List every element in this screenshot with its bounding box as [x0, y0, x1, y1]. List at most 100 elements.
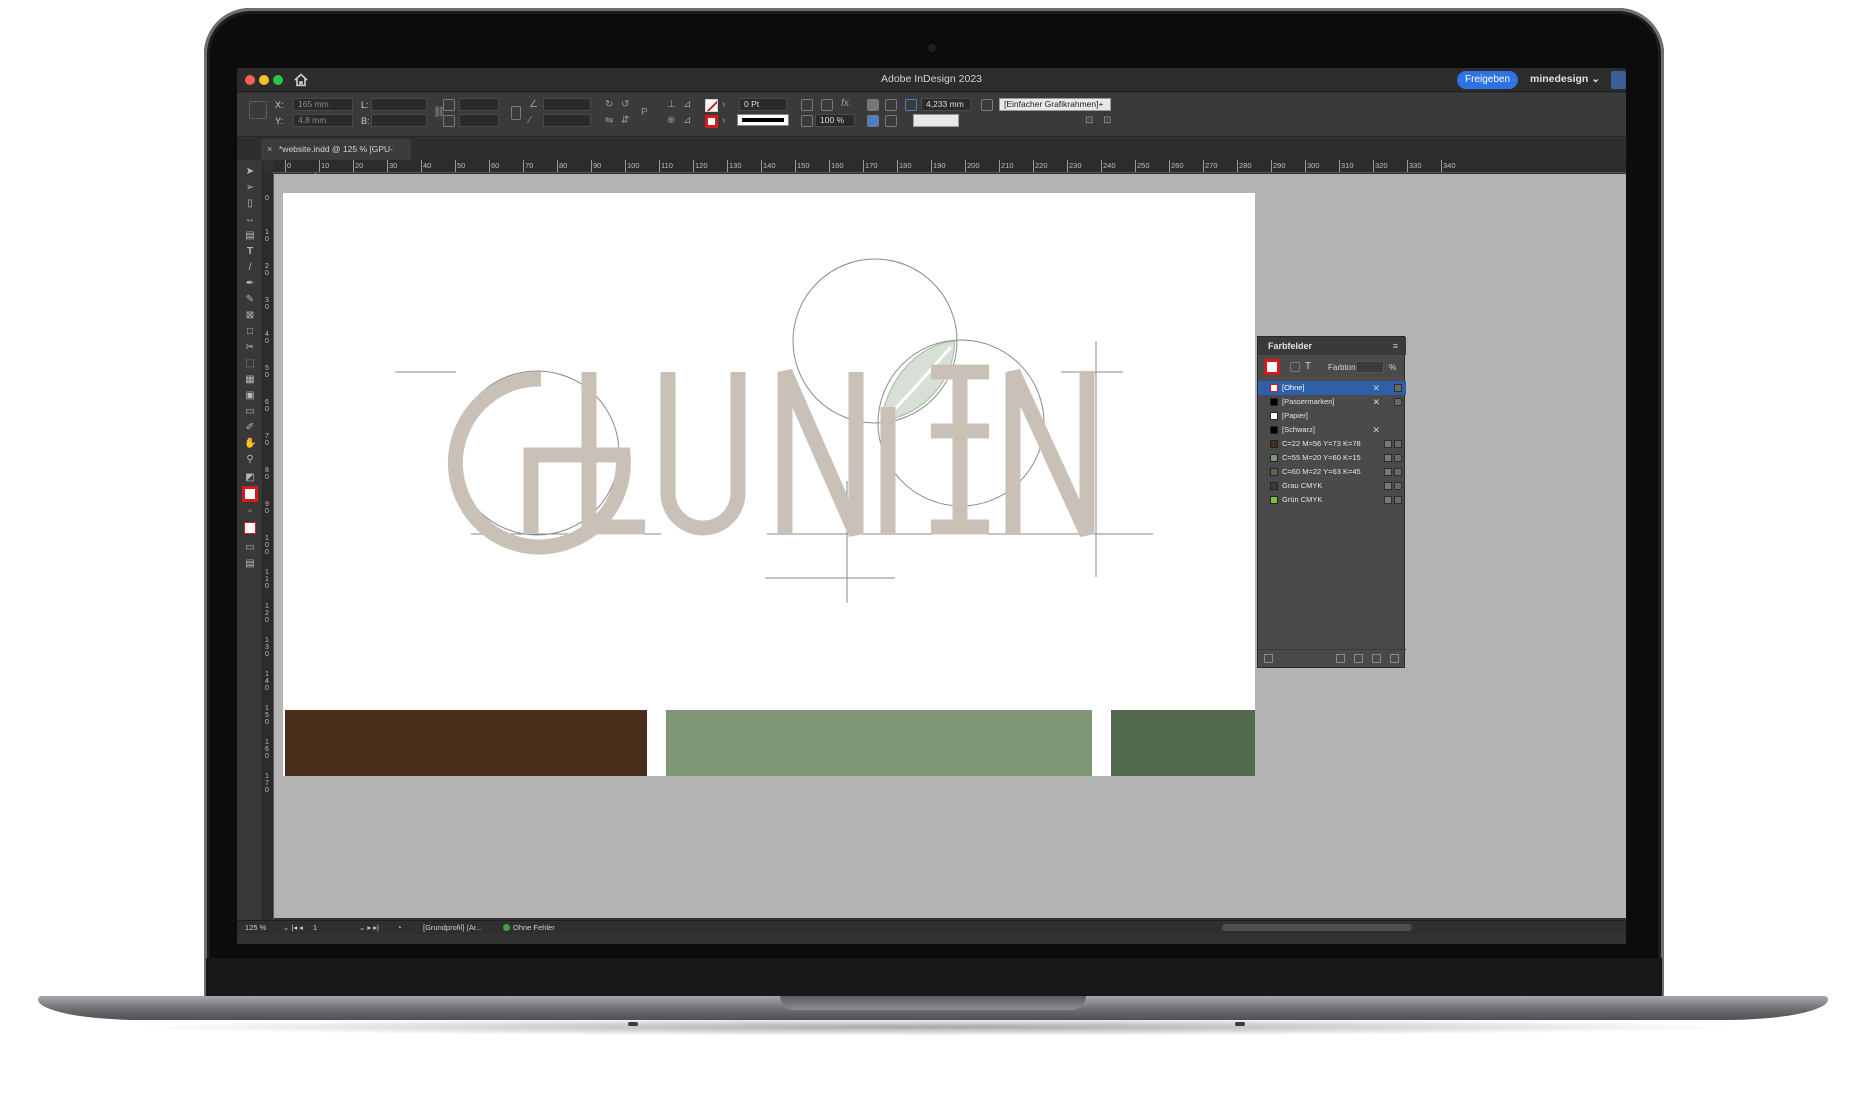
fill-stroke-icon[interactable] [1264, 359, 1280, 375]
scale-x-field[interactable] [459, 98, 499, 111]
constrain-scale-icon[interactable] [511, 106, 521, 120]
swatch-row[interactable]: Grün CMYK [1258, 493, 1406, 507]
search-icon[interactable] [1611, 71, 1626, 89]
auto-fit-icon[interactable]: ⊡ [1085, 115, 1093, 127]
drop-shadow-icon[interactable] [867, 115, 879, 127]
panel-menu-icon[interactable]: ≡ [1393, 337, 1398, 355]
text-wrap-box-icon[interactable] [885, 99, 897, 111]
y-position-field[interactable]: 4,8 mm [293, 114, 353, 127]
scale-y-field[interactable] [459, 114, 499, 127]
offset-field[interactable]: 4,233 mm [921, 98, 971, 111]
content-collector-icon[interactable]: ▤ [244, 230, 256, 242]
stroke-weight-field[interactable]: 0 Pt [739, 98, 787, 111]
opacity-field[interactable]: 100 % [815, 114, 855, 127]
object-style-select[interactable]: [Einfacher Grafikrahmen]+ [999, 98, 1111, 111]
rectangle-tool-icon[interactable]: □ [244, 326, 256, 338]
page-tool-icon[interactable]: ▯ [244, 198, 256, 210]
open-document-icon[interactable]: ◔ [397, 921, 402, 934]
page-number-field[interactable]: 1 [313, 921, 317, 934]
delete-swatch-icon[interactable] [1390, 654, 1399, 663]
gradient-tool-icon[interactable]: ▦ [244, 374, 256, 386]
zoom-tool-icon[interactable]: ⚲ [244, 454, 256, 466]
stroke-align-icon[interactable] [801, 99, 813, 111]
swatch-row[interactable]: C=60 M=22 Y=63 K=45 [1258, 465, 1406, 479]
line-tool-icon[interactable]: / [244, 262, 256, 274]
reference-point-icon[interactable] [249, 101, 267, 119]
text-format-icon[interactable]: T [1305, 361, 1311, 373]
stroke-type-select[interactable] [737, 114, 789, 126]
default-colors-icon[interactable]: ◩ [244, 472, 256, 484]
show-all-swatches-icon[interactable] [1264, 654, 1273, 663]
effects-fx-icon[interactable]: fx. [841, 98, 852, 110]
tab-website-indd[interactable]: × *website.indd @ 125 % [GPU-Vorschau] [261, 139, 411, 175]
fill-stroke-icon[interactable] [242, 486, 258, 502]
swatch-row[interactable]: C=22 M=56 Y=73 K=78 [1258, 437, 1406, 451]
glunien-logo-artwork[interactable] [283, 193, 1255, 776]
swatch-row[interactable]: C=55 M=20 Y=60 K=15 [1258, 451, 1406, 465]
chevron-right-icon[interactable]: › [722, 99, 725, 111]
dark-green-color-block[interactable] [1111, 710, 1255, 776]
free-transform-tool-icon[interactable]: ⬚ [244, 358, 256, 370]
type-tool-icon[interactable]: T [244, 246, 256, 258]
align-icon[interactable] [885, 115, 897, 127]
preflight-status[interactable]: Ohne Fehler [513, 921, 555, 934]
close-window-icon[interactable] [245, 75, 255, 85]
fill-swatch-icon[interactable] [705, 99, 718, 112]
swatch-row[interactable]: [Papier] [1258, 409, 1406, 423]
swatches-panel-header[interactable]: Farbfelder ≡ [1258, 337, 1406, 355]
x-position-field[interactable]: 165 mm [293, 98, 353, 111]
stroke-preview-field[interactable] [913, 114, 959, 127]
swatch-row[interactable]: [Schwarz] ✕ [1258, 423, 1406, 437]
close-icon[interactable]: × [267, 139, 272, 160]
selection-tool-icon[interactable]: ➤ [244, 166, 256, 178]
zoom-level-select[interactable]: 125 % [245, 921, 266, 934]
select-content-icon[interactable]: ⊕ [667, 115, 675, 127]
gradient-feather-tool-icon[interactable]: ▣ [244, 390, 256, 402]
preflight-profile-select[interactable]: [Grundprofil] (Ar... [423, 921, 482, 934]
gap-tool-icon[interactable]: ↔ [244, 214, 256, 226]
flip-horizontal-icon[interactable]: ⇋ [605, 115, 613, 127]
eyedropper-tool-icon[interactable]: ✐ [244, 422, 256, 434]
select-container-icon[interactable]: ⊥ [667, 99, 676, 111]
note-tool-icon[interactable]: ▭ [244, 406, 256, 418]
frame-fitting-icon[interactable] [981, 99, 993, 111]
page-nav-next-icon[interactable]: ⌄ ▸ ▸| [359, 921, 379, 934]
flip-vertical-icon[interactable]: ⇵ [621, 115, 629, 127]
pen-tool-icon[interactable]: ✒ [244, 278, 256, 290]
scissors-tool-icon[interactable]: ✂ [244, 342, 256, 354]
minimize-window-icon[interactable] [259, 75, 269, 85]
direct-selection-tool-icon[interactable]: ➢ [244, 182, 256, 194]
swatch-row[interactable]: Grau CMYK [1258, 479, 1406, 493]
horizontal-ruler[interactable]: 0 10 20 30 40 50 60 70 80 90 100 110 120 130 140 150 160… [273, 160, 1626, 173]
home-icon[interactable] [293, 72, 309, 88]
container-format-icon[interactable] [1290, 362, 1300, 372]
document-page[interactable] [283, 193, 1255, 776]
stroke-swatch-icon[interactable] [705, 115, 718, 128]
formatting-affects-container-icon[interactable]: ▫ [244, 506, 256, 518]
workspace-switcher[interactable]: minedesign ⌄ [1530, 73, 1600, 85]
share-button[interactable]: Freigeben [1457, 71, 1519, 89]
rectangle-frame-tool-icon[interactable]: ⊠ [244, 310, 256, 322]
brown-color-block[interactable] [285, 710, 647, 776]
zoom-window-icon[interactable] [273, 75, 283, 85]
swatch-options-icon[interactable] [1336, 654, 1345, 663]
green-color-block[interactable] [666, 710, 1092, 776]
new-swatch-icon[interactable] [1372, 654, 1381, 663]
select-next-icon[interactable]: ⊿ [683, 115, 691, 127]
vertical-ruler[interactable]: 0 10 20 30 40 50 60 70 80 90 100 110 120 130 140 150 160… [263, 173, 274, 920]
text-wrap-none-icon[interactable] [867, 99, 879, 111]
new-color-group-icon[interactable] [1354, 654, 1363, 663]
rotate-ccw-icon[interactable]: ↺ [621, 99, 629, 111]
rotate-cw-icon[interactable]: ↻ [605, 99, 613, 111]
shear-field[interactable] [543, 114, 591, 127]
page-nav-first-icon[interactable]: ⌄ |◂ ◂ [283, 921, 303, 934]
select-previous-icon[interactable]: ⊿ [683, 99, 691, 111]
chevron-right-icon[interactable]: › [722, 115, 725, 127]
swatch-row[interactable]: [Passermarken] ✕ [1258, 395, 1406, 409]
apply-none-icon[interactable] [244, 522, 256, 534]
tint-field[interactable] [1356, 361, 1384, 373]
content-aware-fit-icon[interactable]: ⊡ [1103, 115, 1111, 127]
preview-mode-icon[interactable]: ▤ [244, 558, 256, 570]
width-field[interactable] [371, 98, 427, 111]
hand-tool-icon[interactable]: ✋ [244, 438, 256, 450]
